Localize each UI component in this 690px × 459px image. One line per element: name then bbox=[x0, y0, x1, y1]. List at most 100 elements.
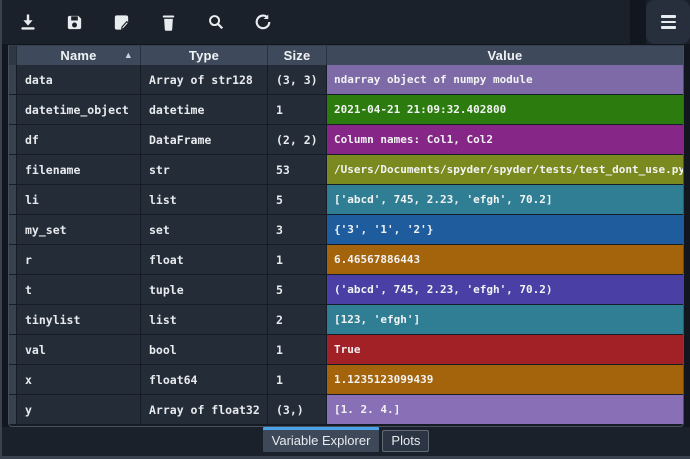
cell-value[interactable]: [1. 2. 4.] bbox=[327, 395, 683, 425]
cell-name[interactable]: li bbox=[17, 185, 141, 215]
row-header bbox=[9, 65, 17, 95]
table-header-row: Name ▲ Type Size Value bbox=[9, 46, 683, 65]
table-row: t tuple 5 ('abcd', 745, 2.23, 'efgh', 70… bbox=[9, 275, 683, 305]
cell-size[interactable]: (3,) bbox=[268, 395, 327, 425]
table-body: data Array of str128 (3, 3) ndarray obje… bbox=[9, 65, 683, 425]
column-header-type-label: Type bbox=[189, 48, 219, 63]
cell-type[interactable]: DataFrame bbox=[141, 125, 268, 155]
cell-size[interactable]: 1 bbox=[268, 335, 327, 365]
search-button[interactable] bbox=[192, 2, 239, 42]
cell-value[interactable]: 2021-04-21 21:09:32.402800 bbox=[327, 95, 683, 125]
column-header-name[interactable]: Name ▲ bbox=[17, 46, 141, 65]
tab-plots[interactable]: Plots bbox=[382, 430, 429, 452]
cell-name[interactable]: filename bbox=[17, 155, 141, 185]
cell-value[interactable]: 1.1235123099439 bbox=[327, 365, 683, 395]
cell-size[interactable]: (3, 3) bbox=[268, 65, 327, 95]
cell-name[interactable]: tinylist bbox=[17, 305, 141, 335]
table-row: r float 1 6.46567886443 bbox=[9, 245, 683, 275]
variables-table: Name ▲ Type Size Value data Array of str… bbox=[8, 45, 684, 427]
row-header bbox=[9, 95, 17, 125]
cell-type[interactable]: list bbox=[141, 185, 268, 215]
remove-variable-button[interactable] bbox=[145, 2, 192, 42]
cell-name[interactable]: my_set bbox=[17, 215, 141, 245]
cell-type[interactable]: float64 bbox=[141, 365, 268, 395]
toolbar bbox=[2, 0, 690, 44]
table-row: y Array of float32 (3,) [1. 2. 4.] bbox=[9, 395, 683, 425]
save-data-as-icon bbox=[112, 13, 131, 32]
row-header bbox=[9, 155, 17, 185]
import-data-icon bbox=[18, 12, 38, 32]
row-header bbox=[9, 365, 17, 395]
cell-type[interactable]: list bbox=[141, 305, 268, 335]
row-header bbox=[9, 185, 17, 215]
cell-value[interactable]: ['abcd', 745, 2.23, 'efgh', 70.2] bbox=[327, 185, 683, 215]
cell-size[interactable]: 5 bbox=[268, 185, 327, 215]
row-header bbox=[9, 395, 17, 425]
table-row: x float64 1 1.1235123099439 bbox=[9, 365, 683, 395]
table-zone: Name ▲ Type Size Value data Array of str… bbox=[2, 44, 690, 428]
cell-size[interactable]: 3 bbox=[268, 215, 327, 245]
cell-size[interactable]: 2 bbox=[268, 305, 327, 335]
row-header bbox=[9, 335, 17, 365]
bottom-tab-bar: Variable Explorer Plots bbox=[2, 427, 690, 456]
cell-type[interactable]: datetime bbox=[141, 95, 268, 125]
cell-type[interactable]: tuple bbox=[141, 275, 268, 305]
cell-name[interactable]: val bbox=[17, 335, 141, 365]
row-header bbox=[9, 215, 17, 245]
cell-size[interactable]: 5 bbox=[268, 275, 327, 305]
cell-size[interactable]: 1 bbox=[268, 245, 327, 275]
table-row: tinylist list 2 [123, 'efgh'] bbox=[9, 305, 683, 335]
column-header-value[interactable]: Value bbox=[327, 46, 683, 65]
row-header bbox=[9, 125, 17, 155]
table-row: df DataFrame (2, 2) Column names: Col1, … bbox=[9, 125, 683, 155]
sort-ascending-icon: ▲ bbox=[124, 50, 133, 60]
cell-value[interactable]: True bbox=[327, 335, 683, 365]
table-row: my_set set 3 {'3', '1', '2'} bbox=[9, 215, 683, 245]
cell-name[interactable]: datetime_object bbox=[17, 95, 141, 125]
options-menu-button[interactable] bbox=[646, 0, 690, 44]
variable-explorer-panel: Name ▲ Type Size Value data Array of str… bbox=[0, 0, 690, 459]
row-header bbox=[9, 245, 17, 275]
toolbar-corner-notch bbox=[630, 0, 646, 44]
column-header-value-label: Value bbox=[488, 48, 523, 63]
cell-name[interactable]: r bbox=[17, 245, 141, 275]
cell-type[interactable]: set bbox=[141, 215, 268, 245]
cell-type[interactable]: str bbox=[141, 155, 268, 185]
tab-variable-explorer[interactable]: Variable Explorer bbox=[263, 427, 380, 452]
column-header-size-label: Size bbox=[284, 48, 311, 63]
cell-type[interactable]: Array of str128 bbox=[141, 65, 268, 95]
cell-size[interactable]: 1 bbox=[268, 365, 327, 395]
cell-value[interactable]: Column names: Col1, Col2 bbox=[327, 125, 683, 155]
save-data-icon bbox=[65, 13, 84, 32]
cell-value[interactable]: {'3', '1', '2'} bbox=[327, 215, 683, 245]
cell-size[interactable]: (2, 2) bbox=[268, 125, 327, 155]
cell-value[interactable]: ('abcd', 745, 2.23, 'efgh', 70.2) bbox=[327, 275, 683, 305]
cell-value[interactable]: 6.46567886443 bbox=[327, 245, 683, 275]
refresh-button[interactable] bbox=[239, 2, 286, 42]
save-data-as-button[interactable] bbox=[98, 2, 145, 42]
cell-name[interactable]: t bbox=[17, 275, 141, 305]
row-header bbox=[9, 305, 17, 335]
refresh-icon bbox=[254, 13, 272, 31]
cell-value[interactable]: /Users/Documents/spyder/spyder/tests/tes… bbox=[327, 155, 683, 185]
table-row: val bool 1 True bbox=[9, 335, 683, 365]
header-corner bbox=[9, 46, 17, 65]
import-data-button[interactable] bbox=[4, 2, 51, 42]
trash-icon bbox=[159, 13, 178, 32]
cell-name[interactable]: y bbox=[17, 395, 141, 425]
cell-value[interactable]: [123, 'efgh'] bbox=[327, 305, 683, 335]
column-header-size[interactable]: Size bbox=[268, 46, 327, 65]
table-row: filename str 53 /Users/Documents/spyder/… bbox=[9, 155, 683, 185]
cell-size[interactable]: 1 bbox=[268, 95, 327, 125]
save-data-button[interactable] bbox=[51, 2, 98, 42]
cell-size[interactable]: 53 bbox=[268, 155, 327, 185]
cell-value[interactable]: ndarray object of numpy module bbox=[327, 65, 683, 95]
cell-type[interactable]: bool bbox=[141, 335, 268, 365]
cell-name[interactable]: df bbox=[17, 125, 141, 155]
column-header-type[interactable]: Type bbox=[141, 46, 268, 65]
cell-name[interactable]: x bbox=[17, 365, 141, 395]
cell-type[interactable]: float bbox=[141, 245, 268, 275]
cell-type[interactable]: Array of float32 bbox=[141, 395, 268, 425]
cell-name[interactable]: data bbox=[17, 65, 141, 95]
row-header bbox=[9, 275, 17, 305]
